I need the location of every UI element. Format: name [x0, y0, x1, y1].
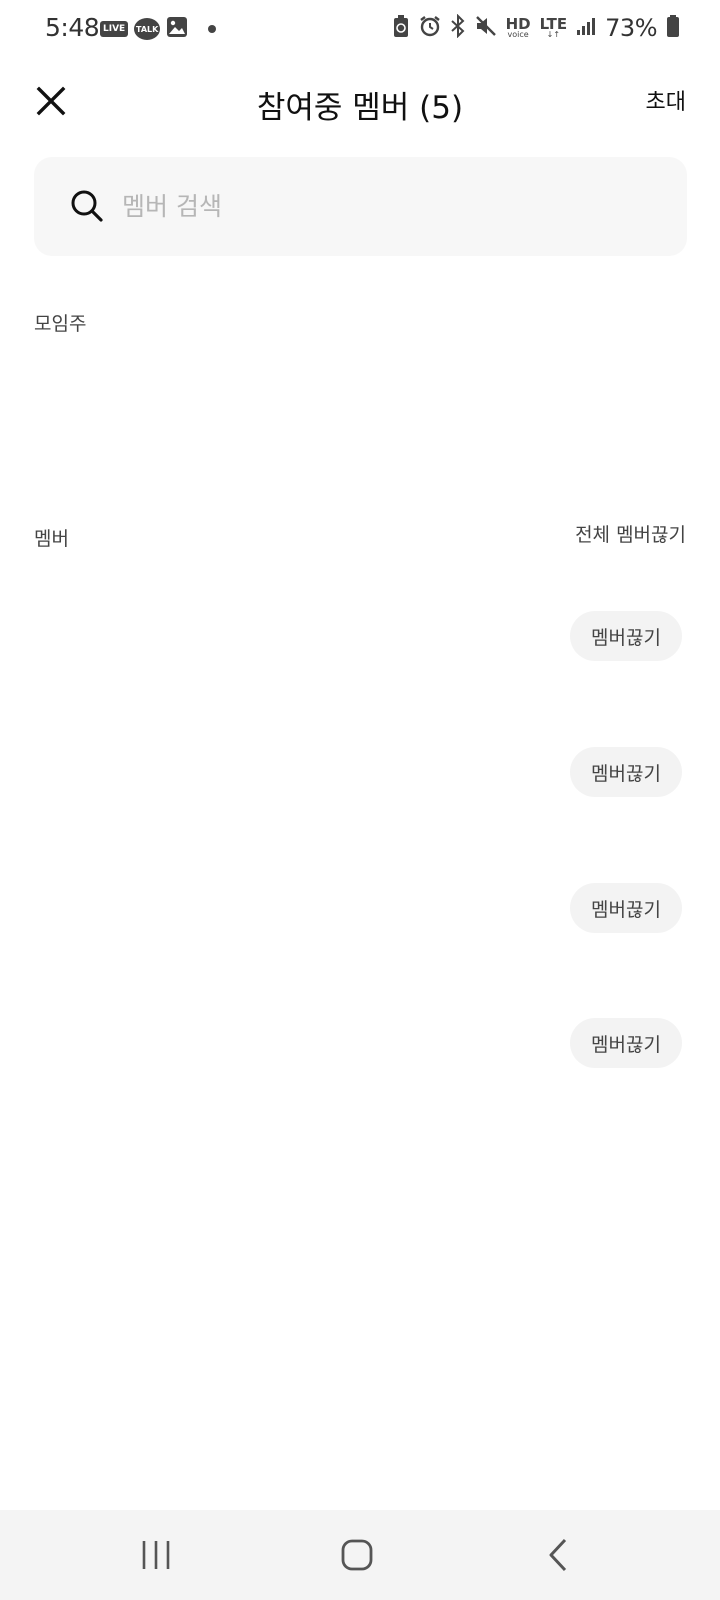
home-icon [341, 1539, 373, 1571]
app-header: 참여중 멤버 (5) 초대 [0, 60, 720, 140]
owner-section-label: 모임주 [34, 313, 87, 335]
status-time: 5:48 [45, 13, 100, 42]
member-search-input[interactable] [122, 183, 642, 229]
system-nav-bar [0, 1510, 720, 1600]
battery-saver-icon [392, 14, 410, 42]
alarm-icon [419, 15, 441, 41]
signal-icon [576, 16, 596, 40]
kick-member-button[interactable]: 멤버끊기 [570, 883, 682, 933]
gallery-icon [166, 16, 188, 42]
back-icon [549, 1538, 567, 1572]
status-bar: 5:48 LIVE TALK HD voice LTE ↓↑ 73% [0, 0, 720, 60]
talk-icon: TALK [134, 18, 161, 40]
battery-icon [666, 14, 680, 42]
search-icon [71, 190, 103, 222]
hd-voice-icon: HD voice [505, 14, 531, 39]
kick-member-button[interactable]: 멤버끊기 [570, 611, 682, 661]
notification-icons: LIVE TALK [100, 16, 217, 42]
member-search-box[interactable] [34, 157, 687, 256]
bluetooth-icon [450, 13, 466, 42]
page-title: 참여중 멤버 (5) [256, 90, 464, 126]
recent-apps-icon [142, 1541, 170, 1569]
kick-member-button[interactable]: 멤버끊기 [570, 747, 682, 797]
more-notifications-dot-icon [208, 25, 217, 33]
lte-icon: LTE ↓↑ [539, 14, 568, 39]
battery-percent: 73% [605, 14, 657, 42]
live-icon: LIVE [100, 21, 129, 37]
mute-icon [475, 15, 497, 41]
kick-member-button[interactable]: 멤버끊기 [570, 1018, 682, 1068]
members-section-label: 멤버 [34, 528, 69, 550]
invite-button[interactable]: 초대 [646, 84, 686, 116]
recent-apps-button[interactable] [126, 1535, 186, 1575]
home-button[interactable] [327, 1535, 387, 1575]
back-button[interactable] [528, 1535, 588, 1575]
system-icons: HD voice LTE ↓↑ 73% [392, 13, 680, 42]
kick-all-members-button[interactable]: 전체 멤버끊기 [575, 520, 686, 547]
